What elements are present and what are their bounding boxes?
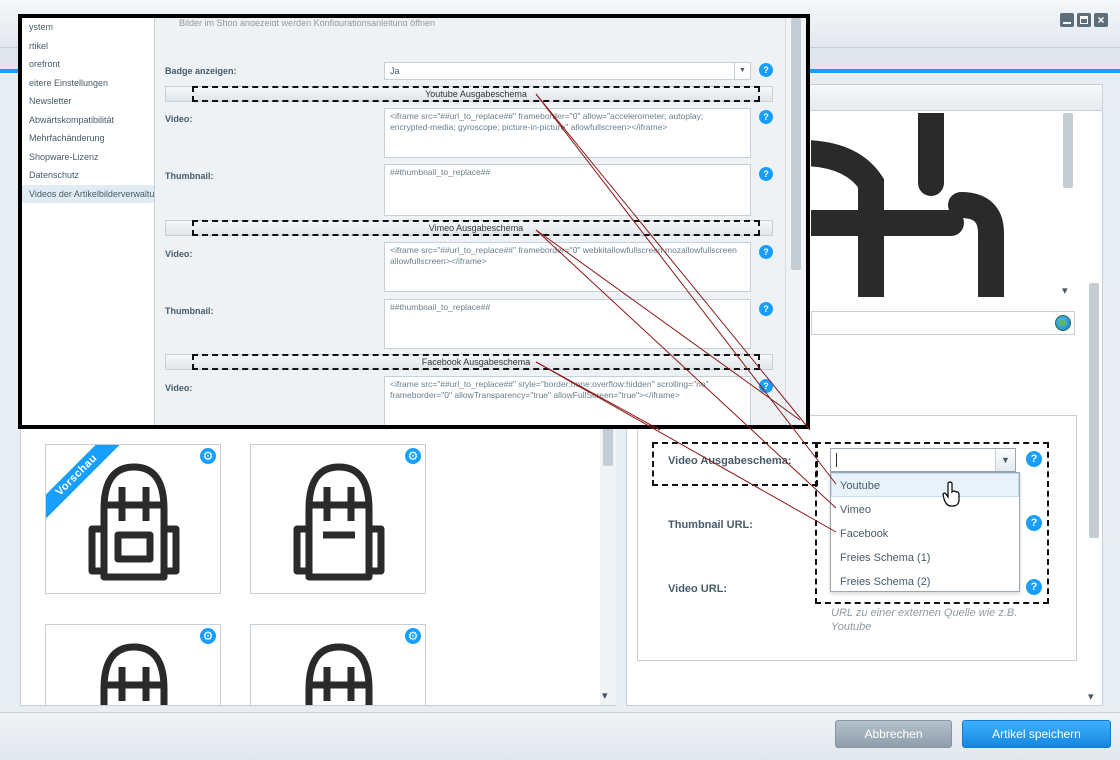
annotation-box-dropdown: [815, 442, 1049, 604]
nav-item-storefront[interactable]: orefront: [22, 55, 154, 74]
config-scrollbar[interactable]: [785, 18, 806, 425]
chevron-down-icon[interactable]: ▼: [734, 63, 750, 79]
badge-label: Badge anzeigen:: [165, 66, 237, 76]
thumbnail-url-label: Thumbnail URL:: [668, 519, 753, 531]
thumbnail-label: Thumbnail:: [165, 306, 214, 316]
gear-icon[interactable]: ⚙: [405, 628, 421, 644]
scroll-thumb[interactable]: [1063, 113, 1073, 188]
nav-item-shopware-lizenz[interactable]: Shopware-Lizenz: [22, 148, 154, 167]
video-label: Video:: [165, 249, 193, 259]
close-icon[interactable]: ×: [1094, 13, 1108, 27]
youtube-section-title: Youtube Ausgabeschema: [192, 86, 760, 102]
vimeo-section-title: Vimeo Ausgabeschema: [192, 220, 760, 236]
image-url-field[interactable]: [811, 311, 1075, 335]
vimeo-section-header[interactable]: Vimeo Ausgabeschema: [165, 220, 773, 236]
image-preview: [811, 113, 1075, 297]
scroll-thumb[interactable]: [791, 18, 801, 270]
video-url-hint: URL zu einer externen Quelle wie z.B. Yo…: [831, 607, 1018, 633]
nav-item-datenschutz[interactable]: Datenschutz: [22, 166, 154, 185]
maximize-icon[interactable]: [1077, 13, 1091, 27]
video-url-label: Video URL:: [668, 583, 728, 595]
gear-icon[interactable]: ⚙: [405, 448, 421, 464]
backpack-icon: [293, 463, 385, 581]
nav-item-newsletter[interactable]: Newsletter: [22, 92, 154, 111]
nav-item-mehrfachaenderung[interactable]: Mehrfachänderung: [22, 129, 154, 148]
config-overlay-window: ystem rtikel orefront eitere Einstellung…: [18, 14, 810, 429]
badge-value: Ja: [390, 66, 400, 76]
config-form: Bilder im Shop angezeigt werden Konfigur…: [155, 18, 785, 425]
help-icon[interactable]: ?: [759, 302, 773, 316]
backpack-icon: [100, 643, 168, 705]
help-icon[interactable]: ?: [759, 379, 773, 393]
vimeo-video-textarea[interactable]: <iframe src="##url_to_replace##" framebo…: [384, 242, 751, 292]
nav-item-artikel[interactable]: rtikel: [22, 37, 154, 56]
facebook-section-header[interactable]: Facebook Ausgabeschema: [165, 354, 773, 370]
vimeo-thumbnail-textarea[interactable]: ##thumbnail_to_replace##: [384, 299, 751, 349]
nav-item-weitere[interactable]: eitere Einstellungen: [22, 74, 154, 93]
help-icon[interactable]: ?: [759, 167, 773, 181]
chevron-down-icon[interactable]: ▾: [602, 689, 608, 702]
panel-scrollbar[interactable]: ▾: [1086, 283, 1102, 705]
nav-item-videos[interactable]: Videos der Artikelbilderverwaltung: [22, 184, 154, 203]
gear-icon[interactable]: ⚙: [200, 448, 216, 464]
save-article-button[interactable]: Artikel speichern: [962, 720, 1111, 748]
image-thumb[interactable]: Vorschau ⚙: [45, 444, 221, 594]
scroll-thumb[interactable]: [1089, 283, 1099, 538]
scroll-thumb[interactable]: [603, 428, 613, 466]
cancel-button[interactable]: Abbrechen: [835, 720, 952, 748]
backpack-icon: [88, 463, 180, 581]
backpack-icon: [305, 643, 373, 705]
backpack-zoom-icon: [811, 113, 1004, 297]
facebook-section-title: Facebook Ausgabeschema: [192, 354, 760, 370]
gallery-scrollbar[interactable]: ▾: [600, 428, 616, 705]
video-label: Video:: [165, 114, 193, 124]
image-thumb[interactable]: ⚙: [250, 444, 426, 594]
nav-item-abwaertskompatibilitaet[interactable]: Abwärtskompatibilität: [22, 111, 154, 130]
badge-select[interactable]: Ja ▼: [384, 62, 751, 80]
thumbnail-label: Thumbnail:: [165, 171, 214, 181]
youtube-section-header[interactable]: Youtube Ausgabeschema: [165, 86, 773, 102]
help-icon[interactable]: ?: [759, 63, 773, 77]
chevron-down-icon[interactable]: ▾: [1062, 284, 1068, 297]
minimize-icon[interactable]: [1060, 13, 1074, 27]
image-thumb[interactable]: ⚙: [250, 624, 426, 706]
help-icon[interactable]: ?: [759, 110, 773, 124]
config-top-text: Bilder im Shop angezeigt werden Konfigur…: [179, 18, 436, 26]
bottom-toolbar: [0, 712, 1120, 760]
preview-scrollbar[interactable]: ▾: [1060, 113, 1076, 299]
youtube-thumbnail-textarea[interactable]: ##thumbnail_to_replace##: [384, 164, 751, 216]
video-label: Video:: [165, 383, 193, 393]
window-controls: ×: [1060, 13, 1108, 27]
annotation-box-label: [652, 442, 818, 486]
facebook-video-textarea[interactable]: <iframe src="##url_to_replace##" style="…: [384, 376, 751, 425]
gear-icon[interactable]: ⚙: [200, 628, 216, 644]
globe-icon[interactable]: [1055, 315, 1071, 331]
image-thumb[interactable]: ⚙: [45, 624, 221, 706]
help-icon[interactable]: ?: [759, 245, 773, 259]
youtube-video-textarea[interactable]: <iframe src="##url_to_replace##" framebo…: [384, 108, 751, 158]
image-gallery: Vorschau ⚙ ⚙ ⚙ ⚙ ▾: [20, 428, 616, 706]
chevron-down-icon[interactable]: ▾: [1088, 690, 1094, 703]
config-nav-tree: ystem rtikel orefront eitere Einstellung…: [22, 18, 155, 425]
nav-item-system[interactable]: ystem: [22, 18, 154, 37]
